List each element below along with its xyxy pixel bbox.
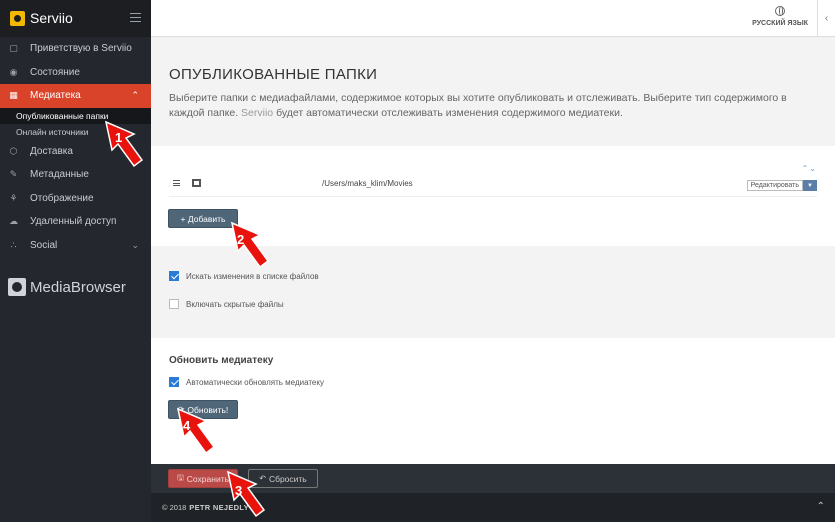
chevron-down-icon: ⌄ <box>131 239 139 250</box>
sidebar-item-welcome[interactable]: ▢ Приветствую в Serviio <box>0 37 151 61</box>
annotation-number: 1 <box>115 130 123 145</box>
annotation-arrow-4: 4 <box>176 407 216 458</box>
sidebar-item-label: Медиатека <box>30 90 81 102</box>
mediabrowser-label: MediaBrowser <box>30 278 126 296</box>
language-label: РУССКИЙ ЯЗЫК <box>752 20 808 27</box>
refresh-panel: Обновить медиатеку Автоматически обновля… <box>151 338 835 464</box>
annotation-number: 3 <box>235 483 243 498</box>
metadata-icon: ✎ <box>9 169 18 180</box>
page-description: Выберите папки с медиафайлами, содержимо… <box>169 91 817 121</box>
save-icon: 🖫 <box>176 472 184 482</box>
watch-changes-label: Искать изменения в списке файлов <box>186 271 319 281</box>
scroll-top-icon[interactable]: ⌃ <box>817 501 825 512</box>
reset-button-label: Сбросить <box>268 473 307 484</box>
save-button-label: Сохранить <box>186 473 230 484</box>
sidebar-item-label: Приветствую в Serviio <box>30 43 132 55</box>
sidebar: Serviio ▢ Приветствую в Serviio ◉ Состоя… <box>0 0 151 522</box>
annotation-number: 2 <box>237 232 245 247</box>
sidebar-item-library[interactable]: ▦ Медиатека ⌃ <box>0 84 151 108</box>
mediabrowser-icon <box>8 278 26 296</box>
brand-header: Serviio <box>0 0 151 37</box>
page-header: ОПУБЛИКОВАННЫЕ ПАПКИ Выберите папки с ме… <box>151 38 835 146</box>
edit-button[interactable]: Редактировать <box>746 180 803 191</box>
library-icon: ▦ <box>9 90 18 101</box>
hidden-files-checkbox[interactable] <box>169 299 179 309</box>
sidebar-item-label: Метаданные <box>30 169 89 181</box>
annotation-number: 4 <box>183 418 191 433</box>
sidebar-item-label: Social <box>30 239 58 251</box>
caret-down-icon[interactable]: ▼ <box>803 180 817 191</box>
edit-dropdown[interactable]: Редактировать ▼ <box>746 180 817 191</box>
brand-name: Serviio <box>30 10 73 26</box>
display-icon: ⚘ <box>9 192 18 203</box>
auto-refresh-label: Автоматически обновлять медиатеку <box>186 377 324 387</box>
serviio-logo-icon <box>10 10 25 26</box>
folder-row: /Users/maks_klim/Movies ⌃⌄ Редактировать… <box>169 164 817 197</box>
chevron-left-icon: ‹ <box>824 13 829 24</box>
auto-refresh-checkbox[interactable] <box>169 377 179 387</box>
annotation-arrow-2: 2 <box>230 221 270 272</box>
sidebar-item-display[interactable]: ⚘ Отображение <box>0 187 151 211</box>
mediabrowser-logo[interactable]: MediaBrowser <box>8 278 126 296</box>
copyright-year: © 2018 <box>162 503 187 512</box>
sidebar-item-status[interactable]: ◉ Состояние <box>0 61 151 85</box>
desc-text: будет автоматически отслеживать изменени… <box>273 107 623 119</box>
delivery-icon: ⬡ <box>9 145 18 156</box>
collapse-panel-button[interactable]: ‹ <box>817 0 835 37</box>
sidebar-item-social[interactable]: ∴ Social ⌄ <box>0 234 151 258</box>
hidden-files-option[interactable]: Включать скрытые файлы <box>169 299 284 309</box>
refresh-section-title: Обновить медиатеку <box>169 355 274 366</box>
auto-refresh-option[interactable]: Автоматически обновлять медиатеку <box>169 377 324 387</box>
sidebar-item-remote-access[interactable]: ☁ Удаленный доступ <box>0 210 151 234</box>
add-folder-button[interactable]: + Добавить <box>168 209 238 228</box>
annotation-arrow-1: 1 <box>104 120 144 171</box>
watch-changes-option[interactable]: Искать изменения в списке файлов <box>169 271 319 281</box>
sidebar-item-label: Удаленный доступ <box>30 216 117 228</box>
home-icon: ▢ <box>9 43 18 54</box>
watch-changes-checkbox[interactable] <box>169 271 179 281</box>
sort-arrows-icon[interactable]: ⌃⌄ <box>802 164 817 173</box>
annotation-arrow-3: 3 <box>226 470 266 521</box>
topbar: РУССКИЙ ЯЗЫК ‹ <box>151 0 835 37</box>
page-title: ОПУБЛИКОВАННЫЕ ПАПКИ <box>169 66 378 83</box>
hamburger-menu-icon[interactable] <box>130 13 141 22</box>
sidebar-item-label: Доставка <box>30 145 73 157</box>
video-type-icon[interactable] <box>192 179 201 187</box>
drag-handle-icon[interactable] <box>173 180 180 186</box>
sidebar-item-label: Отображение <box>30 192 94 204</box>
chevron-up-icon: ⌃ <box>131 90 139 101</box>
hidden-files-label: Включать скрытые файлы <box>186 299 284 309</box>
cloud-icon: ☁ <box>9 216 18 227</box>
status-icon: ◉ <box>9 66 18 77</box>
share-icon: ∴ <box>10 239 17 250</box>
globe-icon <box>775 6 786 16</box>
desc-brand: Serviio <box>241 107 274 119</box>
folder-path: /Users/maks_klim/Movies <box>322 178 413 188</box>
language-selector[interactable]: РУССКИЙ ЯЗЫК <box>752 6 808 27</box>
sidebar-item-label: Состояние <box>30 66 80 78</box>
